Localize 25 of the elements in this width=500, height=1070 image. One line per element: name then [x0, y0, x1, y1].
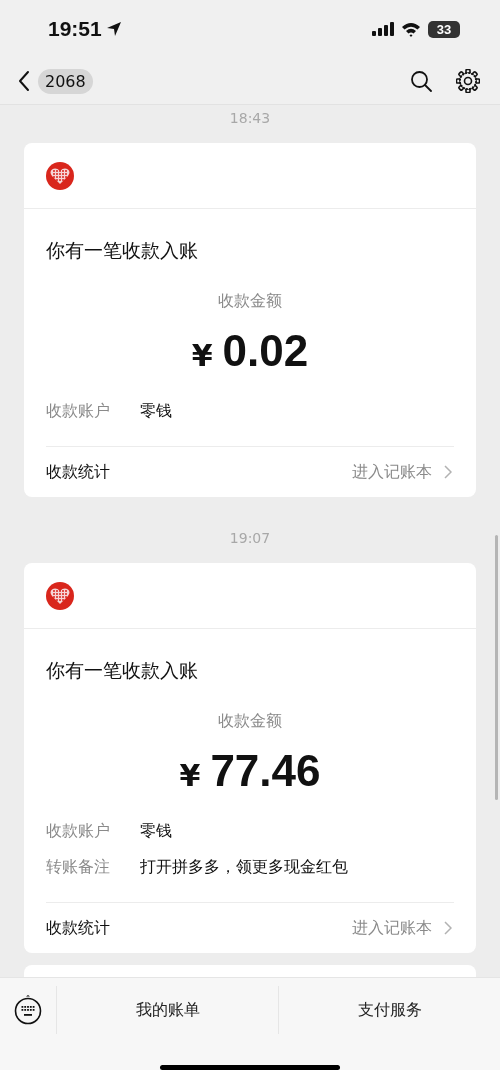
field-value: 零钱 — [140, 400, 172, 422]
menu-button[interactable]: 我的账单 — [57, 986, 278, 1034]
message-title: 你有一笔收款入账 — [46, 658, 199, 683]
stats-label: 收款统计 — [46, 917, 110, 939]
amount-value: 0.02 — [222, 325, 309, 377]
clock: 19:51 — [48, 17, 102, 41]
amount-value: 77.46 — [210, 745, 321, 797]
ledger-link[interactable]: 进入记账本 — [352, 917, 432, 939]
amount-label: 收款金额 — [217, 290, 283, 312]
ledger-link[interactable]: 进入记账本 — [352, 461, 432, 483]
currency-sign: ¥ — [179, 757, 201, 795]
field-label: 收款账户 — [46, 400, 111, 422]
battery-percent: 33 — [436, 21, 452, 37]
currency-sign: ¥ — [191, 337, 213, 375]
field-value: 零钱 — [140, 820, 172, 842]
field-label: 转账备注 — [46, 856, 111, 878]
stats-label: 收款统计 — [46, 461, 110, 483]
field-label: 收款账户 — [46, 820, 111, 842]
amount-label: 收款金额 — [217, 710, 283, 732]
field-value: 打开拼多多，领更多现金红包 — [140, 856, 348, 878]
timestamp: 18:43 — [229, 109, 271, 128]
menu-button[interactable]: 支付服务 — [278, 986, 500, 1034]
unread-count: 2068 — [38, 68, 93, 94]
timestamp: 19:07 — [229, 529, 271, 548]
message-title: 你有一笔收款入账 — [46, 238, 199, 263]
